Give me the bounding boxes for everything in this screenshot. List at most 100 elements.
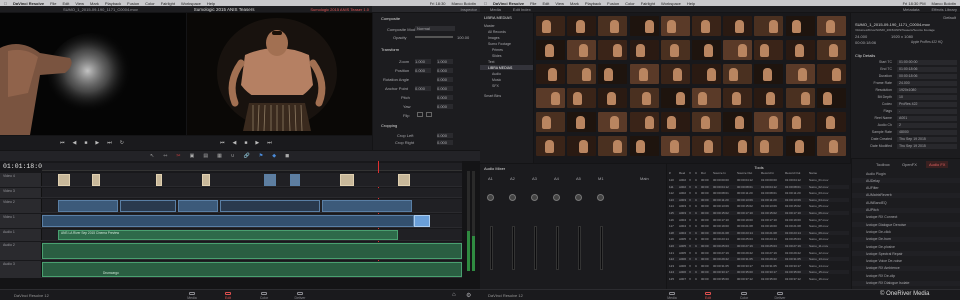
pan-knob[interactable] (531, 194, 538, 201)
source-clip-name[interactable]: SUMO_1_2015-09-190_1171_C0004.mov (63, 7, 138, 12)
effect-item[interactable]: Izotope RX Ambience (852, 265, 960, 271)
media-thumbnail[interactable] (598, 88, 628, 108)
stop-icon-2[interactable]: ■ (244, 140, 247, 146)
metadata-value[interactable]: - (897, 109, 957, 114)
edit-index-row[interactable]: 110 A002 V C 00:00 00:00:00:00 00:00:04:12 01:0… (669, 178, 849, 182)
metadata-default[interactable]: Default (943, 15, 956, 20)
volume-fader[interactable] (556, 226, 559, 270)
media-thumbnail[interactable] (754, 88, 784, 108)
edit-index-row[interactable]: 120 A005 V C 00:00 00:00:25:03 00:00:27:19 01:0… (669, 244, 849, 248)
right-app-menu[interactable]: DaVinci Resolve (493, 1, 524, 6)
media-thumbnail[interactable] (816, 112, 846, 132)
effect-item[interactable]: Izotope RX Connect (852, 215, 960, 220)
tree-item[interactable]: All Records (480, 29, 533, 34)
page-color[interactable]: Color (252, 291, 276, 300)
tree-item[interactable]: Sumo Footage (480, 41, 533, 46)
edit-index-row[interactable]: 124 A006 V C 00:00 00:00:33:17 00:00:35:00 01:0… (669, 270, 849, 275)
menu-playback[interactable]: Playback (585, 1, 601, 6)
edit-index-row[interactable]: 111 A002 V C 00:00 00:00:04:12 00:00:08:01 01:0… (669, 184, 849, 189)
volume-fader[interactable] (600, 226, 603, 270)
video-clip[interactable] (322, 200, 412, 212)
pan-knob[interactable] (553, 194, 560, 201)
media-thumbnail[interactable] (660, 88, 690, 108)
menu-color[interactable]: Color (625, 1, 635, 6)
title-clip[interactable] (290, 174, 300, 186)
go-end-icon[interactable]: ⏭ (107, 140, 112, 146)
edit-index-row[interactable]: 123 A006 V C 00:00 00:00:31:05 00:00:33:17 01:0… (669, 264, 849, 268)
media-thumbnail[interactable] (567, 16, 597, 36)
media-thumbnail[interactable] (567, 88, 597, 108)
metadata-value[interactable]: Thu Sep 19 2015 (897, 137, 957, 142)
timeline-name[interactable]: Sumologic 2015 ANIS Teaser 1.0 (310, 7, 369, 12)
media-thumbnail[interactable] (816, 40, 846, 60)
transform-section-title[interactable]: Transform (381, 47, 399, 52)
media-thumbnail[interactable] (536, 112, 565, 132)
track-video-4[interactable]: Video 4 (0, 173, 462, 187)
media-thumbnail[interactable] (785, 136, 815, 156)
metadata-value[interactable]: 48000 (897, 130, 957, 135)
track-audio-3[interactable]: Audio 3 Drumcargo (0, 261, 462, 278)
media-thumbnail[interactable] (754, 16, 784, 36)
edit-index-row[interactable]: 122 A006 V C 00:00 00:00:29:22 00:00:31:05 01:0… (669, 257, 849, 262)
page-media[interactable]: Media (180, 291, 204, 300)
media-thumbnail[interactable] (660, 16, 690, 36)
media-thumbnail[interactable] (692, 88, 721, 108)
media-thumbnail[interactable] (754, 112, 784, 132)
menu-workspace[interactable]: Workspace (181, 1, 201, 6)
page-edit[interactable]: Edit (696, 291, 720, 300)
rotation-value[interactable]: 0.000 (437, 77, 453, 82)
media-thumbnail[interactable] (692, 136, 721, 156)
tab-edit-index[interactable]: Edit Index (513, 7, 531, 12)
zoom-icon[interactable]: ◼ (285, 153, 289, 159)
video-clip-selected[interactable] (414, 215, 430, 227)
menu-help[interactable]: Help (687, 1, 695, 6)
media-thumbnail[interactable] (692, 64, 721, 84)
media-thumbnail[interactable] (754, 136, 784, 156)
effect-item[interactable]: AUMatrixReverb (852, 192, 960, 198)
media-thumbnail[interactable] (567, 136, 597, 156)
edit-index-row[interactable]: 121 A005 V C 00:00 00:00:27:19 00:00:29:22 01:0… (669, 251, 849, 255)
menu-file[interactable]: File (50, 1, 56, 6)
media-thumbnail[interactable] (660, 112, 690, 132)
media-thumbnail[interactable] (567, 112, 597, 132)
video-clip[interactable] (220, 200, 320, 212)
title-clip[interactable] (202, 174, 210, 186)
effect-item[interactable]: Izotope RX Dialogue Isolate (852, 280, 960, 286)
track-video-3[interactable]: Video 3 (0, 188, 462, 198)
title-clip[interactable] (264, 174, 276, 186)
metadata-value[interactable]: ProRes 422 (897, 102, 957, 107)
zoom-y-value[interactable]: 1.000 (437, 59, 453, 64)
menu-fusion[interactable]: Fusion (607, 1, 619, 6)
media-thumbnail[interactable] (723, 40, 753, 60)
media-thumbnail[interactable] (598, 40, 628, 60)
menubar-user[interactable]: Marco Bolotin (452, 1, 476, 6)
edit-index-row[interactable]: 112 A002 V C 00:00 00:00:08:01 00:00:11:20 01:0… (669, 191, 849, 195)
media-thumbnail[interactable] (660, 40, 690, 60)
media-thumbnail[interactable] (692, 16, 721, 36)
select-tool-icon[interactable]: ↖ (150, 153, 154, 159)
play-icon[interactable]: ▶ (95, 140, 99, 146)
home-icon[interactable]: ⌂ (452, 292, 456, 298)
media-thumbnail[interactable] (723, 64, 753, 84)
pan-knob[interactable] (509, 194, 516, 201)
media-thumbnail[interactable] (567, 40, 597, 60)
volume-fader[interactable] (534, 226, 537, 270)
video-clip[interactable] (58, 200, 118, 212)
composite-mode-select[interactable]: Normal (415, 26, 455, 31)
tab-media[interactable]: Media (490, 7, 501, 12)
media-thumbnail[interactable] (536, 88, 565, 108)
media-thumbnail[interactable] (754, 64, 784, 84)
yaw-value[interactable]: 0.000 (437, 104, 453, 109)
anchor-x-value[interactable]: 0.000 (415, 86, 431, 91)
effect-item[interactable]: Audio Plugin (852, 171, 960, 176)
tree-item[interactable]: Images (480, 35, 533, 40)
edit-index-row[interactable]: 113 A003 V C 00:00 00:00:11:20 00:00:13:09 01:0… (669, 197, 849, 202)
left-app-menu[interactable]: DaVinci Resolve (13, 1, 44, 6)
volume-fader[interactable] (512, 226, 515, 270)
menubar-user[interactable]: Marco Bolotin (932, 1, 956, 6)
inspector-title[interactable]: Inspector (461, 7, 477, 12)
media-thumbnail[interactable] (816, 136, 846, 156)
tree-item[interactable]: Music (480, 77, 533, 82)
fx-tab-openfx[interactable]: OpenFX (902, 162, 917, 167)
effect-item[interactable]: AUFilter (852, 186, 960, 191)
